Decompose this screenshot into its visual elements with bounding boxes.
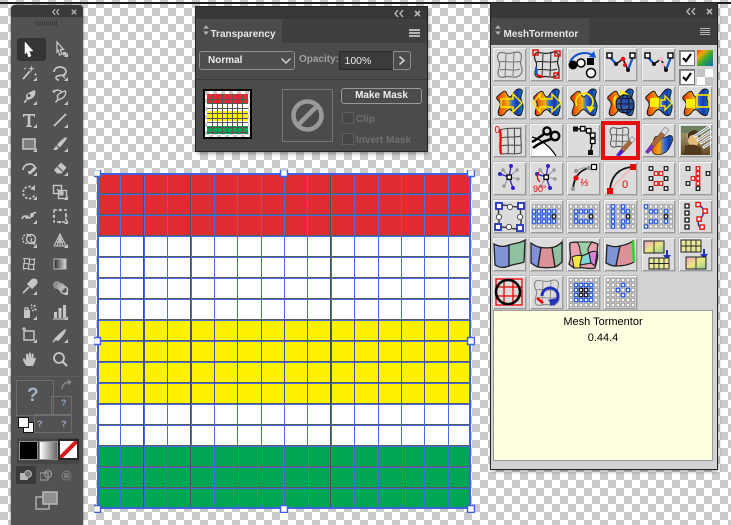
svg-text:⅓: ⅓ — [580, 178, 588, 189]
svg-text:90°: 90° — [533, 184, 547, 194]
svg-text:0: 0 — [494, 125, 500, 136]
svg-text:0: 0 — [622, 179, 628, 191]
